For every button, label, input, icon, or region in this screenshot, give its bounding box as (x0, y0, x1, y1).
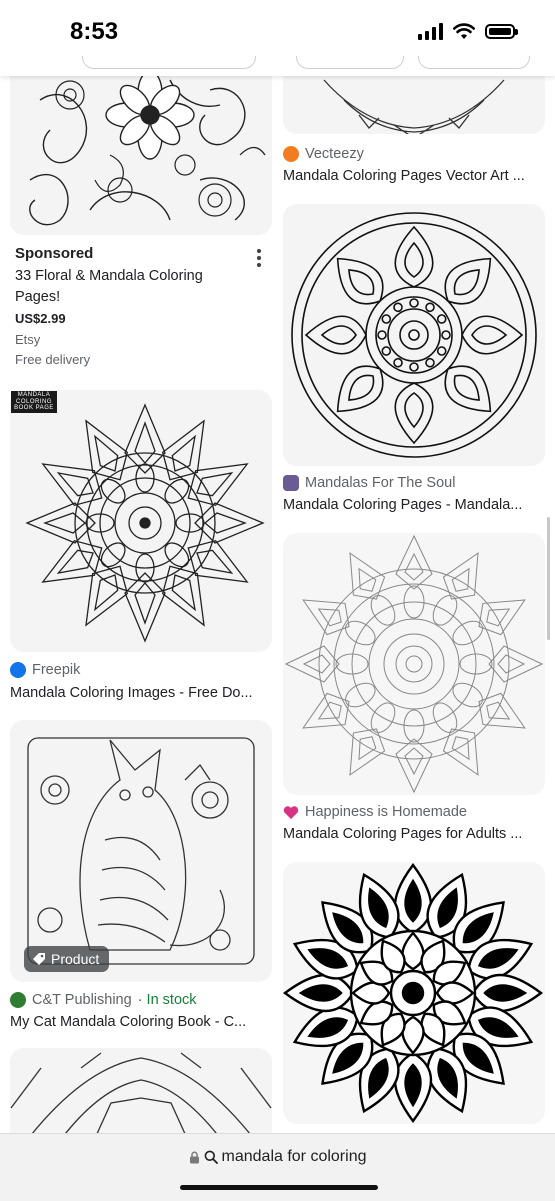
result-source-soul[interactable]: Mandalas For The Soul (283, 475, 455, 491)
status-icons (418, 22, 518, 40)
wifi-icon (453, 22, 475, 39)
battery-icon (485, 23, 518, 39)
tag-icon (33, 953, 45, 965)
result-source-vecteezy[interactable]: Vecteezy (283, 146, 364, 162)
mandalas-soul-icon (283, 475, 299, 491)
filter-chip-stub[interactable] (418, 56, 530, 69)
url-bar[interactable]: mandala for coloring (0, 1133, 555, 1201)
ad-price: US$2.99 (15, 311, 66, 326)
result-title-ct[interactable]: My Cat Mandala Coloring Book - C... (10, 1014, 268, 1030)
search-query: mandala for coloring (221, 1148, 367, 1165)
search-icon (204, 1150, 218, 1164)
result-source-ct[interactable]: C&T Publishing · In stock (10, 992, 197, 1008)
result-thumbnail-freepik[interactable] (10, 390, 272, 652)
status-time: 8:53 (70, 18, 119, 45)
status-bar: 8:53 (0, 0, 555, 76)
result-title-freepik[interactable]: Mandala Coloring Images - Free Do... (10, 685, 268, 701)
result-thumbnail-happiness[interactable] (283, 533, 545, 795)
more-options-icon[interactable] (250, 247, 268, 269)
result-thumbnail-bold-mandala[interactable] (283, 862, 545, 1124)
globe-icon (10, 992, 26, 1008)
result-title-soul[interactable]: Mandala Coloring Pages - Mandala... (283, 497, 541, 513)
result-source-happiness[interactable]: Happiness is Homemade (283, 804, 467, 820)
scrollbar[interactable] (547, 517, 550, 640)
url-field[interactable]: mandala for coloring (0, 1148, 555, 1166)
ad-delivery: Free delivery (15, 352, 91, 367)
cellular-signal-icon (418, 22, 443, 40)
result-thumbnail-cat[interactable] (10, 720, 272, 982)
mandala-book-logo: MANDALA COLORING BOOK PAGE (11, 391, 57, 413)
result-thumbnail-soul[interactable] (283, 204, 545, 466)
vecteezy-icon (283, 146, 299, 162)
sponsored-label: Sponsored (15, 245, 94, 262)
result-title-happiness[interactable]: Mandala Coloring Pages for Adults ... (283, 826, 541, 842)
ad-thumbnail[interactable] (10, 60, 272, 235)
home-indicator[interactable] (180, 1185, 378, 1190)
result-title-vecteezy[interactable]: Mandala Coloring Pages Vector Art ... (283, 168, 541, 184)
ad-shop: Etsy (15, 332, 41, 347)
in-stock-label: · In stock (137, 992, 197, 1008)
product-badge: Product (24, 946, 110, 972)
filter-chip-stub[interactable] (296, 56, 404, 69)
ad-title[interactable]: 33 Floral & Mandala Coloring Pages! (15, 266, 235, 308)
filter-chip-stub[interactable] (82, 56, 256, 69)
result-source-freepik[interactable]: Freepik (10, 662, 80, 678)
lock-icon (189, 1151, 199, 1163)
freepik-icon (10, 662, 26, 678)
heart-icon (283, 805, 299, 819)
